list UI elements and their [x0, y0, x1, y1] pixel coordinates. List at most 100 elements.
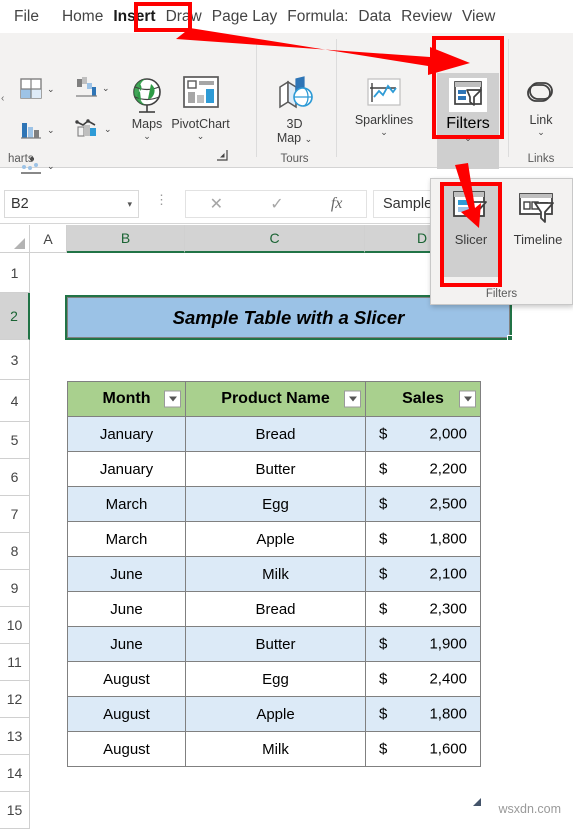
- chevron-down-icon[interactable]: ⌄: [102, 83, 110, 93]
- cell-sales[interactable]: $ 2,400: [365, 661, 481, 697]
- cell-product[interactable]: Apple: [185, 696, 366, 732]
- tab-page-layout[interactable]: Page Lay: [207, 4, 283, 30]
- row-header-2[interactable]: 2: [0, 293, 30, 340]
- cell-month[interactable]: August: [67, 731, 186, 767]
- row-header-7[interactable]: 7: [0, 496, 30, 533]
- 3d-map-button[interactable]: 3D Map ⌄: [257, 75, 332, 145]
- cell-product[interactable]: Egg: [185, 486, 366, 522]
- table-row[interactable]: August Egg $ 2,400: [67, 661, 481, 697]
- row-header-12[interactable]: 12: [0, 681, 30, 718]
- chart-type-column-button[interactable]: ⌄: [18, 118, 55, 142]
- table-row[interactable]: March Apple $ 1,800: [67, 521, 481, 557]
- confirm-entry-icon[interactable]: ✓: [270, 194, 283, 214]
- chevron-down-icon[interactable]: ▾: [127, 199, 132, 210]
- cell-product[interactable]: Bread: [185, 416, 366, 452]
- filter-dropdown-month[interactable]: [164, 390, 181, 408]
- cell-month[interactable]: August: [67, 696, 186, 732]
- cell-product[interactable]: Bread: [185, 591, 366, 627]
- chart-type-waterfall-button[interactable]: ⌄: [73, 75, 110, 101]
- filters-button[interactable]: Filters ⌄: [437, 73, 499, 169]
- header-cell-product-name[interactable]: Product Name: [185, 381, 366, 417]
- row-header-5[interactable]: 5: [0, 422, 30, 459]
- insert-function-icon[interactable]: fx: [331, 195, 343, 213]
- chart-gallery-scroll-icon[interactable]: ‹: [1, 93, 4, 104]
- cell-sales[interactable]: $ 2,500: [365, 486, 481, 522]
- chart-type-combo-button[interactable]: ⌄: [73, 116, 112, 142]
- chevron-down-icon[interactable]: ⌄: [47, 125, 55, 135]
- row-header-1[interactable]: 1: [0, 253, 30, 293]
- table-row[interactable]: August Apple $ 1,800: [67, 696, 481, 732]
- cell-sales[interactable]: $ 2,100: [365, 556, 481, 592]
- cell-month[interactable]: June: [67, 556, 186, 592]
- link-button[interactable]: Link ⌄: [509, 75, 573, 137]
- row-header-13[interactable]: 13: [0, 718, 30, 755]
- cell-product[interactable]: Milk: [185, 556, 366, 592]
- row-header-4[interactable]: 4: [0, 380, 30, 422]
- chevron-down-icon[interactable]: ⌄: [305, 134, 313, 144]
- row-header-10[interactable]: 10: [0, 607, 30, 644]
- row-header-15[interactable]: 15: [0, 792, 30, 829]
- tab-data[interactable]: Data: [353, 4, 396, 30]
- table-row[interactable]: January Bread $ 2,000: [67, 416, 481, 452]
- cell-product[interactable]: Butter: [185, 451, 366, 487]
- table-row[interactable]: June Bread $ 2,300: [67, 591, 481, 627]
- chevron-down-icon[interactable]: ⌄: [509, 127, 573, 137]
- chevron-down-icon[interactable]: ⌄: [148, 131, 253, 141]
- timeline-menu-item[interactable]: Timeline: [507, 185, 569, 277]
- filter-dropdown-sales[interactable]: [459, 390, 476, 408]
- row-header-8[interactable]: 8: [0, 533, 30, 570]
- name-box[interactable]: B2 ▾: [4, 190, 139, 218]
- cell-month[interactable]: January: [67, 451, 186, 487]
- tab-draw[interactable]: Draw: [161, 4, 207, 30]
- tab-view[interactable]: View: [457, 4, 500, 30]
- filter-dropdown-product[interactable]: [344, 390, 361, 408]
- cell-month[interactable]: January: [67, 416, 186, 452]
- row-header-14[interactable]: 14: [0, 755, 30, 792]
- row-header-11[interactable]: 11: [0, 644, 30, 681]
- pivotchart-button[interactable]: PivotChart ⌄: [148, 75, 253, 141]
- chevron-down-icon[interactable]: ⌄: [338, 127, 430, 137]
- cell-month[interactable]: March: [67, 521, 186, 557]
- table-row[interactable]: August Milk $ 1,600: [67, 731, 481, 767]
- column-header-b[interactable]: B: [67, 225, 185, 253]
- chevron-down-icon[interactable]: ⌄: [47, 84, 55, 94]
- chart-type-hierarchy-button[interactable]: ⌄: [18, 77, 55, 101]
- tab-file[interactable]: File: [0, 4, 57, 30]
- table-resize-handle[interactable]: [473, 798, 481, 806]
- cell-product[interactable]: Egg: [185, 661, 366, 697]
- slicer-menu-item[interactable]: Slicer: [440, 185, 502, 277]
- fill-handle[interactable]: [507, 335, 513, 341]
- cell-product[interactable]: Milk: [185, 731, 366, 767]
- cell-sales[interactable]: $ 1,900: [365, 626, 481, 662]
- header-cell-sales[interactable]: Sales: [365, 381, 481, 417]
- chevron-down-icon[interactable]: ⌄: [437, 133, 499, 143]
- table-row[interactable]: January Butter $ 2,200: [67, 451, 481, 487]
- cell-product[interactable]: Butter: [185, 626, 366, 662]
- select-all-corner[interactable]: [0, 225, 30, 253]
- formula-bar-drag-handle[interactable]: ⋮: [155, 193, 168, 206]
- tab-review[interactable]: Review: [396, 4, 457, 30]
- column-header-c[interactable]: C: [185, 225, 365, 253]
- cell-sales[interactable]: $ 1,800: [365, 696, 481, 732]
- cell-sales[interactable]: $ 2,200: [365, 451, 481, 487]
- row-header-9[interactable]: 9: [0, 570, 30, 607]
- tab-home[interactable]: Home: [57, 4, 108, 30]
- column-header-a[interactable]: A: [30, 225, 67, 253]
- cell-month[interactable]: March: [67, 486, 186, 522]
- cell-month[interactable]: June: [67, 591, 186, 627]
- row-header-3[interactable]: 3: [0, 340, 30, 380]
- cell-sales[interactable]: $ 2,000: [365, 416, 481, 452]
- cell-month[interactable]: June: [67, 626, 186, 662]
- tab-formulas[interactable]: Formula:: [282, 4, 353, 30]
- row-header-6[interactable]: 6: [0, 459, 30, 496]
- cell-sales[interactable]: $ 1,600: [365, 731, 481, 767]
- tab-insert[interactable]: Insert: [108, 4, 160, 30]
- table-row[interactable]: June Butter $ 1,900: [67, 626, 481, 662]
- table-row[interactable]: June Milk $ 2,100: [67, 556, 481, 592]
- cell-month[interactable]: August: [67, 661, 186, 697]
- cell-sales[interactable]: $ 2,300: [365, 591, 481, 627]
- cancel-entry-icon[interactable]: ✕: [210, 194, 223, 214]
- sparklines-button[interactable]: Sparklines ⌄: [338, 75, 430, 137]
- table-row[interactable]: March Egg $ 2,500: [67, 486, 481, 522]
- header-cell-month[interactable]: Month: [67, 381, 186, 417]
